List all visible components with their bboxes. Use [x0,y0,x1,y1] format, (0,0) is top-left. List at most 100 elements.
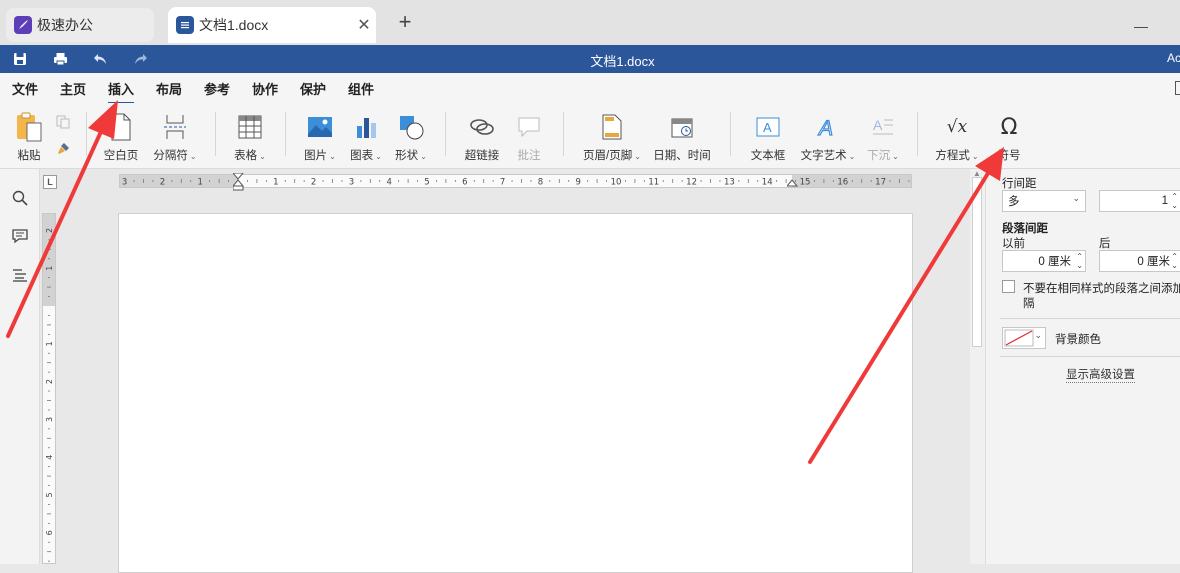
search-icon[interactable] [11,189,29,207]
menu-collaborate[interactable]: 协作 [252,79,278,98]
line-spacing-mode-select[interactable]: 多 ⌄ [1002,190,1086,212]
menu-file[interactable]: 文件 [12,79,38,98]
date-time-label: 日期、时间 [653,150,711,162]
omega-icon: Ω [1000,114,1018,140]
text-art-icon: A [816,111,840,143]
no-space-same-style-label: 不要在相同样式的段落之间添加间 [1023,283,1180,295]
ruler-number: 1 [197,178,202,188]
ruler-number: 9 [575,178,580,188]
menu-home[interactable]: 主页 [60,79,86,98]
browser-tab-jisu[interactable]: 极速办公 [6,8,154,42]
tab-title: 极速办公 [37,17,93,33]
chart-button[interactable]: 图表 ⌄ [348,111,384,163]
svg-text:A: A [873,117,883,133]
header-footer-button[interactable]: 页眉/页脚 ⌄ [582,111,642,163]
link-icon [469,111,495,143]
document-page[interactable] [118,213,913,573]
comment-label: 批注 [517,150,541,162]
ribbon-separator [917,112,918,156]
right-indent-marker[interactable] [785,175,799,190]
panel-toggle-icon[interactable] [1175,81,1180,95]
text-art-button[interactable]: A 文字艺术 ⌄ [800,111,856,163]
tab-stop-selector[interactable]: L [43,175,57,189]
browser-tab-document[interactable]: 文档1.docx ✕ [168,7,376,43]
menu-insert[interactable]: 插入 [108,79,135,104]
menu-layout[interactable]: 布局 [156,79,182,98]
menu-protect[interactable]: 保护 [300,79,326,98]
calendar-icon [670,111,694,143]
symbol-button[interactable]: Ω 符号 [994,111,1024,163]
chart-label: 图表 ⌄ [350,150,382,162]
scrollbar-thumb[interactable] [972,177,982,347]
vertical-ruler[interactable]: 2 1 1 2 3 4 5 6 [42,213,56,564]
svg-text:A: A [817,117,833,139]
menu-components[interactable]: 组件 [348,79,374,98]
ruler-number: 12 [686,178,697,188]
hyperlink-label: 超链接 [464,150,500,162]
shape-button[interactable]: 形状 ⌄ [392,111,430,163]
hyperlink-button[interactable]: 超链接 [462,111,502,163]
textbox-icon: A [756,111,780,143]
no-space-same-style-label-wrap: 隔 [1023,298,1035,310]
date-time-button[interactable]: 日期、时间 [652,111,712,163]
copy-icon [56,115,70,132]
minimize-button[interactable]: — [1134,18,1148,34]
paste-label: 粘贴 [17,150,41,162]
title-bar: 文档1.docx Ac [0,45,1180,73]
ruler-number: 4 [45,455,54,460]
picture-button[interactable]: 图片 ⌄ [302,111,338,163]
blank-page-button[interactable]: 空白页 [102,111,140,163]
menu-bar: 文件 主页 插入 布局 参考 协作 保护 组件 [0,73,1180,104]
close-icon[interactable]: ✕ [352,15,376,35]
spinner-icon: ⌃ ⌄ [1171,192,1178,210]
ribbon-separator [563,112,564,156]
shape-icon [398,111,424,143]
page-break-button[interactable]: 分隔符 ⌄ [152,111,198,163]
horizontal-ruler[interactable]: 3 2 1 1 2 3 4 5 6 7 8 9 10 11 12 13 14 15 16 17 [119,172,912,191]
comment-button[interactable]: 批注 [514,111,544,163]
picture-icon [307,111,333,143]
equation-icon: √x [946,117,968,137]
header-footer-label: 页眉/页脚 ⌄ [583,150,641,162]
ribbon-separator [730,112,731,156]
first-line-indent-marker[interactable] [231,172,245,194]
shape-label: 形状 ⌄ [395,150,427,162]
ruler-number: 17 [875,178,886,188]
new-tab-button[interactable]: + [394,11,416,34]
spinner-icon: ⌃ ⌄ [1076,252,1083,270]
svg-text:A: A [763,120,772,135]
comments-icon[interactable] [11,227,29,245]
vertical-scrollbar[interactable]: ▲ [970,169,985,564]
format-painter-icon[interactable] [55,141,71,160]
ribbon-separator [86,112,87,156]
ruler-ticks: 2 1 1 2 3 4 5 6 [45,228,54,562]
textbox-button[interactable]: A 文本框 [748,111,788,163]
ruler-number: 10 [611,178,622,188]
ruler-number: 16 [837,178,848,188]
ruler-number: 14 [762,178,773,188]
ruler-number: 2 [45,228,54,233]
paragraph-spacing-label: 段落间距 [1002,223,1048,235]
spacing-before-input[interactable]: 0 厘米 ⌃ ⌄ [1002,250,1086,272]
background-color-picker[interactable]: ⌄ [1002,327,1046,349]
show-advanced-settings-link[interactable]: 显示高级设置 [1066,366,1135,383]
paste-button[interactable]: 粘贴 [13,111,45,163]
navigation-icon[interactable] [11,266,29,284]
line-spacing-value-input[interactable]: 1 ⌃ ⌄ [1099,190,1180,212]
menu-references[interactable]: 参考 [204,79,230,98]
blank-page-label: 空白页 [103,150,139,162]
text-art-label: 文字艺术 ⌄ [800,150,856,162]
ruler-number: 13 [724,178,735,188]
ruler-number: 5 [424,178,429,188]
table-icon [238,111,262,143]
user-name[interactable]: Ac [1167,51,1180,65]
dropcap-button[interactable]: A 下沉 ⌄ [866,111,900,163]
no-space-same-style-checkbox[interactable] [1002,280,1015,293]
ruler-number: 3 [45,417,54,422]
header-footer-icon [602,111,622,143]
line-spacing-label: 行间距 [1002,178,1037,190]
ruler-number: 4 [386,178,391,188]
equation-button[interactable]: √x 方程式 ⌄ [934,111,980,163]
table-button[interactable]: 表格 ⌄ [232,111,268,163]
spacing-after-input[interactable]: 0 厘米 ⌃ ⌄ [1099,250,1180,272]
